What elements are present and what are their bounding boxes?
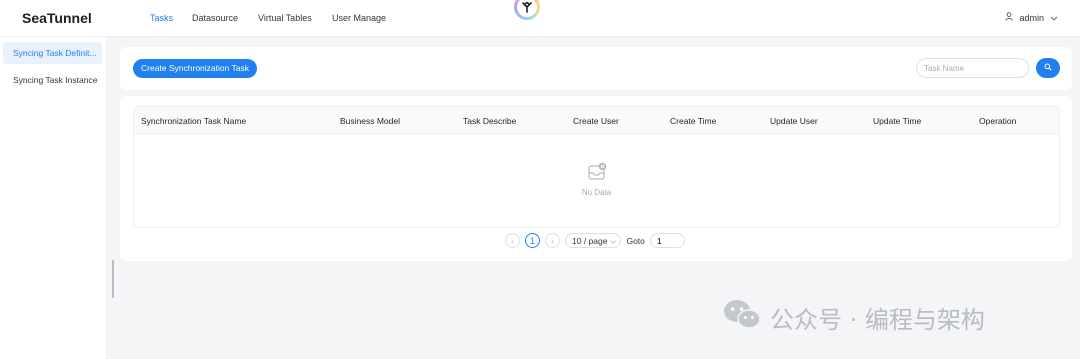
empty-box-icon (586, 162, 608, 185)
wechat-watermark: 公众号 · 编程与架构 (722, 298, 985, 336)
nav-virtual-tables[interactable]: Virtual Tables (258, 13, 312, 23)
column-header-business-model: Business Model (340, 116, 401, 126)
search-button[interactable] (1036, 58, 1060, 78)
page-button-current[interactable]: 1 (525, 233, 540, 248)
chevron-down-icon (610, 236, 617, 246)
create-synchronization-task-button[interactable]: Create Synchronization Task (133, 59, 258, 78)
chevron-down-icon (1050, 13, 1058, 23)
chevron-left-icon: ‹ (511, 235, 514, 246)
prev-page-button[interactable]: ‹ (505, 233, 520, 248)
empty-state: No Data (134, 161, 1059, 197)
next-page-button[interactable]: › (545, 233, 560, 248)
goto-page-input[interactable] (649, 233, 685, 248)
nav-tasks[interactable]: Tasks (150, 13, 173, 23)
sidebar-item-syncing-task-definition[interactable]: Syncing Task Definit... (3, 42, 102, 64)
column-header-task-name: Synchronization Task Name (141, 116, 247, 126)
search-icon (1044, 63, 1052, 73)
wechat-icon (722, 298, 762, 336)
chevron-right-icon: › (551, 235, 554, 246)
user-menu[interactable]: admin (1005, 12, 1058, 23)
task-table-card: Synchronization Task Name Business Model… (120, 96, 1072, 261)
empty-state-text: No Data (581, 188, 612, 197)
column-header-operation: Operation (979, 116, 1017, 126)
task-table: Synchronization Task Name Business Model… (133, 106, 1060, 228)
column-header-update-time: Update Time (873, 116, 922, 126)
user-icon (1005, 12, 1014, 23)
task-name-search-input[interactable] (916, 58, 1029, 78)
goto-label: Goto (626, 235, 645, 246)
sidebar-scrollbar[interactable] (112, 260, 114, 298)
brand-logo-text[interactable]: SeaTunnel (22, 10, 92, 26)
column-header-task-describe: Task Describe (463, 116, 517, 126)
seatunnel-logo-icon (514, 0, 540, 20)
sidebar: Syncing Task Definit... Syncing Task Ins… (0, 37, 106, 359)
page-size-select[interactable]: 10 / page (565, 233, 622, 248)
toolbar-card: Create Synchronization Task (120, 47, 1072, 90)
table-header: Synchronization Task Name Business Model… (134, 107, 1059, 134)
column-header-create-time: Create Time (670, 116, 717, 126)
page-size-value: 10 / page (572, 235, 608, 246)
column-header-update-user: Update User (770, 116, 818, 126)
watermark-text: 公众号 · 编程与架构 (770, 305, 985, 334)
pagination: ‹ 1 › 10 / page Goto (505, 233, 685, 248)
column-header-create-user: Create User (573, 116, 619, 126)
nav-user-manage[interactable]: User Manage (332, 13, 386, 23)
nav-datasource[interactable]: Datasource (192, 13, 238, 23)
sidebar-item-syncing-task-instance[interactable]: Syncing Task Instance (3, 69, 102, 91)
user-name: admin (1019, 12, 1044, 23)
top-header: SeaTunnel Tasks Datasource Virtual Table… (0, 0, 1080, 37)
